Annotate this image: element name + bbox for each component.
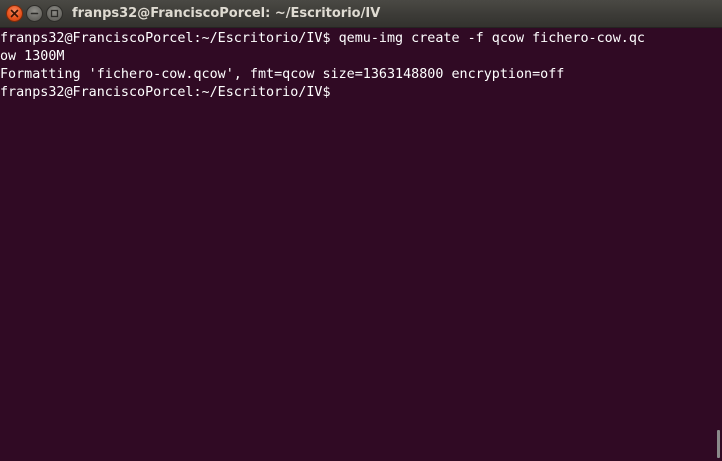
terminal-line: Formatting 'fichero-cow.qcow', fmt=qcow … (0, 67, 565, 82)
maximize-button[interactable] (46, 5, 63, 22)
window-title: franps32@FranciscoPorcel: ~/Escritorio/I… (72, 6, 381, 21)
scrollbar-thumb[interactable] (717, 430, 720, 458)
terminal-window: franps32@FranciscoPorcel: ~/Escritorio/I… (0, 0, 722, 461)
minimize-button[interactable] (26, 5, 43, 22)
title-bar[interactable]: franps32@FranciscoPorcel: ~/Escritorio/I… (0, 0, 722, 28)
maximize-icon (50, 9, 59, 18)
terminal-line: franps32@FranciscoPorcel:~/Escritorio/IV… (0, 31, 645, 46)
terminal-output[interactable]: franps32@FranciscoPorcel:~/Escritorio/IV… (0, 28, 715, 461)
terminal-line: ow 1300M (0, 49, 65, 64)
close-button[interactable] (6, 5, 23, 22)
terminal-scrollbar[interactable] (715, 28, 722, 461)
close-icon (10, 9, 19, 18)
terminal-prompt-line: franps32@FranciscoPorcel:~/Escritorio/IV… (0, 85, 339, 100)
minimize-icon (30, 9, 39, 18)
